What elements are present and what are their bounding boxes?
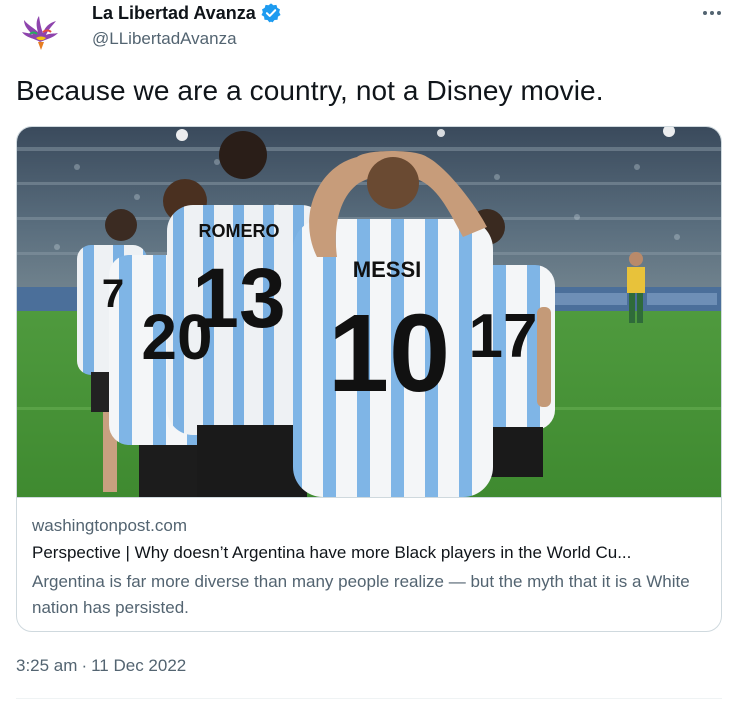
- author-name-row: La Libertad Avanza: [92, 2, 282, 24]
- more-options-icon[interactable]: [700, 6, 724, 20]
- jersey-number-10: 10: [328, 292, 450, 415]
- dot: [703, 11, 707, 15]
- author-display-name[interactable]: La Libertad Avanza: [92, 3, 256, 24]
- card-title: Perspective | Why doesn’t Argentina have…: [32, 543, 632, 562]
- tweet-time: 3:25 am: [16, 656, 78, 675]
- tweet-timestamp[interactable]: 3:25 am · 11 Dec 2022: [16, 656, 186, 676]
- card-description: Argentina is far more diverse than many …: [32, 572, 690, 617]
- card-domain: washingtonpost.com: [32, 516, 187, 535]
- tweet-date: 11 Dec 2022: [91, 656, 187, 675]
- jersey-name-romero: ROMERO: [199, 221, 280, 241]
- dot: [717, 11, 721, 15]
- verified-badge-icon[interactable]: [260, 2, 282, 24]
- divider: [16, 698, 722, 699]
- tweet-text: Because we are a country, not a Disney m…: [16, 75, 604, 106]
- dot: [710, 11, 714, 15]
- avatar[interactable]: [16, 8, 64, 56]
- jersey-name-messi: MESSI: [353, 257, 421, 282]
- bird-logo-icon: [22, 16, 58, 50]
- jersey-number-20: 20: [141, 301, 212, 373]
- football-players-photo: MESSI 10 ROMERO 13 20 17 7: [17, 127, 721, 497]
- timestamp-separator: ·: [81, 656, 88, 675]
- jersey-number-17: 17: [469, 302, 538, 371]
- link-preview-card[interactable]: MESSI 10 ROMERO 13 20 17 7 washingtonpos…: [16, 126, 722, 632]
- jersey-number-7: 7: [102, 272, 124, 316]
- card-image[interactable]: MESSI 10 ROMERO 13 20 17 7: [17, 127, 721, 498]
- author-handle[interactable]: @LLibertadAvanza: [92, 29, 237, 49]
